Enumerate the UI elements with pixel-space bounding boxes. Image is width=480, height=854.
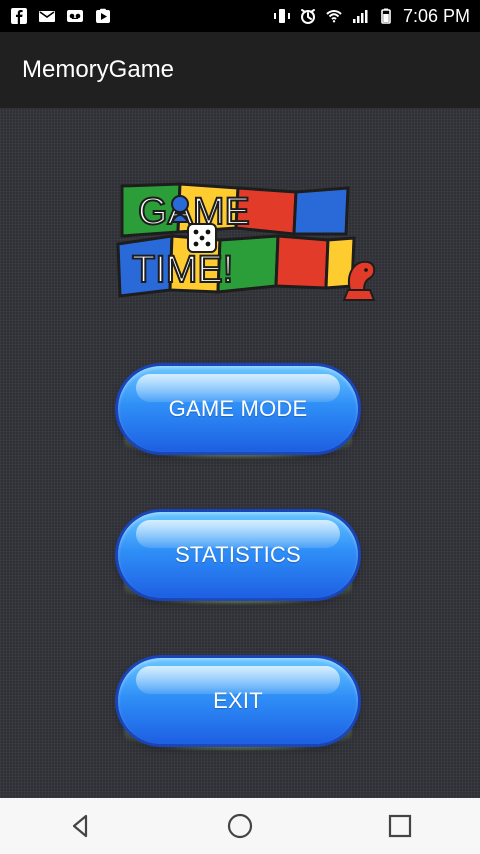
navigation-bar xyxy=(0,798,480,854)
back-icon xyxy=(72,814,88,838)
back-button[interactable] xyxy=(55,801,105,851)
alarm-icon xyxy=(300,9,315,24)
exit-button-label: EXIT xyxy=(213,688,263,713)
signal-icon xyxy=(352,10,368,23)
logo-row-top: GAME xyxy=(120,182,350,238)
logo-row-bottom: TIME! xyxy=(116,234,356,298)
game-mode-button[interactable]: GAME MODE xyxy=(118,366,358,458)
battery-icon xyxy=(381,8,391,24)
statistics-button[interactable]: STATISTICS xyxy=(118,512,358,604)
game-time-logo: GAME TIME! xyxy=(116,182,376,301)
main-content: GAME TIME! GAME MODE STATISTICS EXIT xyxy=(0,108,480,798)
game-mode-button-label: GAME MODE xyxy=(168,396,308,421)
home-icon xyxy=(227,813,253,839)
wifi-icon xyxy=(326,10,342,23)
vibrate-icon xyxy=(273,9,290,23)
status-left xyxy=(10,7,112,25)
voicemail-icon xyxy=(67,10,83,22)
pawn-icon xyxy=(170,195,190,223)
recents-icon xyxy=(388,814,412,838)
facebook-icon xyxy=(11,8,27,24)
statistics-button-label: STATISTICS xyxy=(175,542,301,567)
dice-icon xyxy=(187,223,217,253)
logo-word-time: TIME! xyxy=(132,249,233,291)
play-store-icon xyxy=(96,8,110,23)
home-button[interactable] xyxy=(215,801,265,851)
status-bar: 7:06 PM xyxy=(0,0,480,32)
app-bar: MemoryGame xyxy=(0,32,480,108)
status-time: 7:06 PM xyxy=(402,5,470,26)
recents-button[interactable] xyxy=(375,801,425,851)
status-right: 7:06 PM xyxy=(273,6,470,27)
exit-button[interactable]: EXIT xyxy=(118,658,358,750)
outlook-icon xyxy=(39,11,55,22)
app-title: MemoryGame xyxy=(22,56,175,83)
